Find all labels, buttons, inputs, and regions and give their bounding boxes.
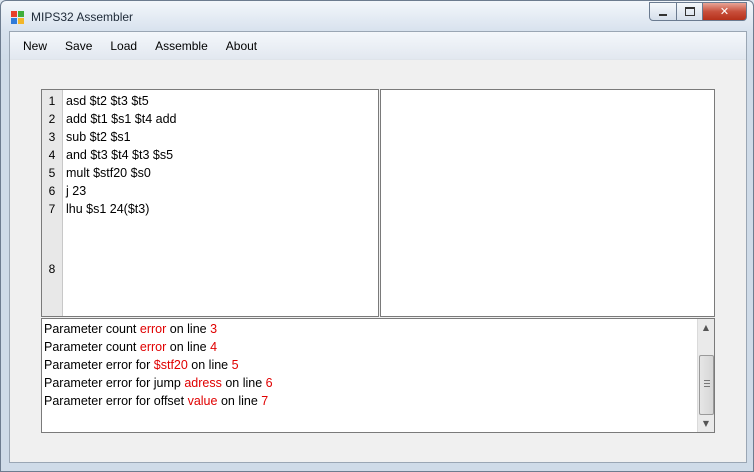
scroll-down-icon[interactable]: ▼ xyxy=(698,415,714,432)
error-line: Parameter error for jump adress on line … xyxy=(44,376,273,390)
menu-about[interactable]: About xyxy=(217,35,266,57)
menu-bar: New Save Load Assemble About xyxy=(10,32,746,60)
minimize-button[interactable] xyxy=(649,2,677,21)
app-window: MIPS32 Assembler ✕ New Save Load Assembl… xyxy=(0,0,754,472)
error-line: Parameter error for offset value on line… xyxy=(44,394,269,408)
code-line: j 23 xyxy=(66,184,87,198)
line-number: 8 xyxy=(48,262,56,276)
grip-icon xyxy=(704,383,710,384)
menu-save[interactable]: Save xyxy=(56,35,101,57)
menu-assemble[interactable]: Assemble xyxy=(146,35,217,57)
caption-buttons: ✕ xyxy=(649,2,747,22)
grip-icon xyxy=(704,380,710,381)
line-number: 7 xyxy=(48,202,56,216)
client-area: New Save Load Assemble About 1 2 3 4 5 6… xyxy=(9,31,747,463)
code-line: mult $stf20 $s0 xyxy=(66,166,151,180)
code-line: lhu $s1 24($t3) xyxy=(66,202,150,216)
menu-load[interactable]: Load xyxy=(101,35,146,57)
restore-icon xyxy=(684,7,695,16)
close-button[interactable]: ✕ xyxy=(703,2,747,21)
line-number: 3 xyxy=(48,130,56,144)
error-line: Parameter count error on line 3 xyxy=(44,322,218,336)
menu-new[interactable]: New xyxy=(14,35,56,57)
error-line: Parameter error for $stf20 on line 5 xyxy=(44,358,239,372)
code-line: and $t3 $t4 $t3 $s5 xyxy=(66,148,174,162)
scroll-up-icon[interactable]: ▲ xyxy=(698,319,714,336)
maximize-button[interactable] xyxy=(677,2,703,21)
title-bar[interactable]: MIPS32 Assembler ✕ xyxy=(1,1,753,31)
code-editor[interactable]: 1 2 3 4 5 6 7 8 asd $t2 $t3 $t5 add $t1 … xyxy=(41,89,379,317)
code-line: asd $t2 $t3 $t5 xyxy=(66,94,149,108)
minimize-icon xyxy=(659,13,667,16)
code-line: sub $t2 $s1 xyxy=(66,130,131,144)
app-icon xyxy=(11,11,25,25)
scrollbar-thumb[interactable] xyxy=(699,355,714,415)
close-icon: ✕ xyxy=(719,5,730,18)
error-list[interactable]: Parameter count error on line 3 Paramete… xyxy=(41,318,715,433)
line-number-gutter: 1 2 3 4 5 6 7 8 xyxy=(42,90,63,316)
line-number: 2 xyxy=(48,112,56,126)
line-number: 6 xyxy=(48,184,56,198)
grip-icon xyxy=(704,386,710,387)
line-number: 5 xyxy=(48,166,56,180)
error-list-scrollbar[interactable]: ▲ ▼ xyxy=(697,319,714,432)
window-title: MIPS32 Assembler xyxy=(31,10,134,24)
line-number: 1 xyxy=(48,94,56,108)
code-line: add $t1 $s1 $t4 add xyxy=(66,112,177,126)
line-number: 4 xyxy=(48,148,56,162)
machine-code-output[interactable] xyxy=(380,89,715,317)
error-line: Parameter count error on line 4 xyxy=(44,340,218,354)
